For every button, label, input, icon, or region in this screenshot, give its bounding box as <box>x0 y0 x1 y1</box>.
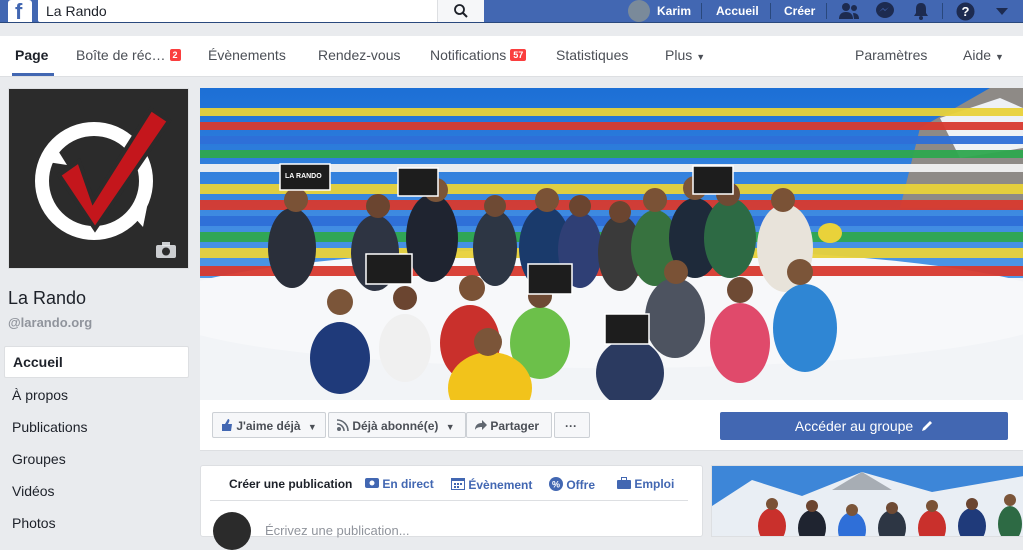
cover-photo[interactable]: LA RANDO <box>200 88 1023 400</box>
search-icon <box>454 4 468 18</box>
offer-tab-label: Offre <box>566 478 596 492</box>
rss-icon <box>336 419 349 432</box>
left-nav-item-posts[interactable]: Publications <box>4 412 189 442</box>
help-menu-label: Aide <box>963 47 992 63</box>
topbar-divider <box>770 3 771 19</box>
tab-notifications-label: Notifications <box>430 47 507 63</box>
help-menu[interactable]: Aide ▼ <box>963 47 1004 63</box>
share-arrow-icon <box>475 420 487 430</box>
svg-text:?: ? <box>962 4 970 19</box>
cover-photo-image <box>200 88 1023 400</box>
briefcase-icon <box>617 477 631 489</box>
active-tab-indicator <box>12 73 54 76</box>
messenger-icon[interactable] <box>875 2 895 20</box>
left-nav: Accueil À propos Publications Groupes Vi… <box>4 346 189 540</box>
facebook-logo-icon[interactable]: f <box>8 0 32 24</box>
tab-appointments[interactable]: Rendez-vous <box>318 47 401 63</box>
create-link[interactable]: Créer <box>784 4 815 18</box>
job-tab[interactable]: Emploi <box>617 477 674 491</box>
search-bar[interactable]: La Rando <box>38 0 484 22</box>
live-tab[interactable]: En direct <box>365 477 434 491</box>
tab-more[interactable]: Plus ▼ <box>665 47 705 63</box>
left-nav-item-home[interactable]: Accueil <box>4 346 189 378</box>
post-text-input[interactable]: Écrivez une publication... <box>265 523 410 538</box>
event-tab-label: Évènement <box>468 478 533 492</box>
post-composer: Créer une publication En direct Évènemen… <box>200 465 703 550</box>
notifications-badge: 57 <box>510 49 527 61</box>
tab-page[interactable]: Page <box>15 47 48 63</box>
tab-notifications[interactable]: Notifications 57 <box>430 47 527 63</box>
offer-tab[interactable]: % Offre <box>549 477 595 492</box>
create-post-tab[interactable]: Créer une publication <box>229 477 352 491</box>
page-action-bar: J'aime déjà ▼ Déjà abonné(e) ▼ Partager … <box>200 400 1023 451</box>
topbar-divider <box>826 3 827 19</box>
topbar-divider <box>701 3 702 19</box>
event-tab[interactable]: Évènement <box>451 477 532 492</box>
more-options-button[interactable]: ··· <box>554 412 590 438</box>
photo-preview-image <box>712 466 1023 536</box>
subscribe-button[interactable]: Déjà abonné(e) ▼ <box>328 412 466 438</box>
tab-insights[interactable]: Statistiques <box>556 47 628 63</box>
subscribe-button-label: Déjà abonné(e) <box>352 419 439 433</box>
caret-down-icon: ▼ <box>445 422 455 432</box>
tab-insights-label: Statistiques <box>556 47 629 63</box>
page-name[interactable]: La Rando <box>8 288 86 309</box>
search-input[interactable]: La Rando <box>46 3 107 19</box>
go-to-group-button[interactable]: Accéder au groupe <box>720 412 1008 440</box>
live-video-icon <box>365 478 379 488</box>
tab-more-label: Plus <box>665 47 693 63</box>
left-nav-item-groups[interactable]: Groupes <box>4 444 189 474</box>
photo-preview-card[interactable] <box>711 465 1023 537</box>
account-menu-chevron-down-icon[interactable] <box>996 8 1008 15</box>
camera-icon[interactable] <box>155 241 177 259</box>
job-tab-label: Emploi <box>634 477 675 491</box>
like-button-label: J'aime déjà <box>236 419 301 433</box>
tab-inbox-label: Boîte de réc… <box>76 47 166 63</box>
help-icon[interactable]: ? <box>956 2 975 21</box>
like-button[interactable]: J'aime déjà ▼ <box>212 412 326 438</box>
share-button-label: Partager <box>490 419 540 433</box>
inbox-badge: 2 <box>169 49 181 61</box>
composer-avatar <box>213 512 251 550</box>
calendar-icon <box>451 478 465 490</box>
live-tab-label: En direct <box>382 477 434 491</box>
share-button[interactable]: Partager <box>466 412 552 438</box>
thumbs-up-icon <box>222 419 232 431</box>
tab-events[interactable]: Évènements <box>208 47 286 63</box>
search-button[interactable] <box>437 0 484 22</box>
settings-link[interactable]: Paramètres <box>855 47 927 63</box>
friend-requests-icon[interactable] <box>838 2 860 20</box>
svg-text:%: % <box>552 480 560 490</box>
left-nav-item-about[interactable]: À propos <box>4 380 189 410</box>
more-options-icon: ··· <box>565 419 577 433</box>
caret-down-icon: ▼ <box>307 422 317 432</box>
caret-down-icon: ▼ <box>995 52 1004 62</box>
cover-banner-label: LA RANDO <box>285 173 322 180</box>
left-nav-item-videos[interactable]: Vidéos <box>4 476 189 506</box>
top-bar: f La Rando Karim Accueil Créer ? <box>0 0 1023 24</box>
user-avatar[interactable] <box>628 0 650 22</box>
pencil-icon <box>922 421 933 431</box>
tab-appointments-label: Rendez-vous <box>318 47 401 63</box>
notifications-bell-icon[interactable] <box>912 2 930 20</box>
profile-picture[interactable] <box>8 88 189 269</box>
left-nav-item-photos[interactable]: Photos <box>4 508 189 538</box>
composer-divider <box>210 500 688 501</box>
go-to-group-label: Accéder au groupe <box>794 418 914 434</box>
offer-percent-icon: % <box>549 477 563 491</box>
tab-events-label: Évènements <box>208 47 286 63</box>
tab-page-label: Page <box>15 47 49 63</box>
profile-link[interactable]: Karim <box>657 4 691 18</box>
page-handle[interactable]: @larando.org <box>8 315 92 330</box>
caret-down-icon: ▼ <box>696 52 706 62</box>
topbar-divider <box>942 3 943 19</box>
tab-inbox[interactable]: Boîte de réc… 2 <box>76 47 181 63</box>
home-link[interactable]: Accueil <box>716 4 759 18</box>
page-nav-bar: Page Boîte de réc… 2 Évènements Rendez-vo… <box>0 36 1023 77</box>
